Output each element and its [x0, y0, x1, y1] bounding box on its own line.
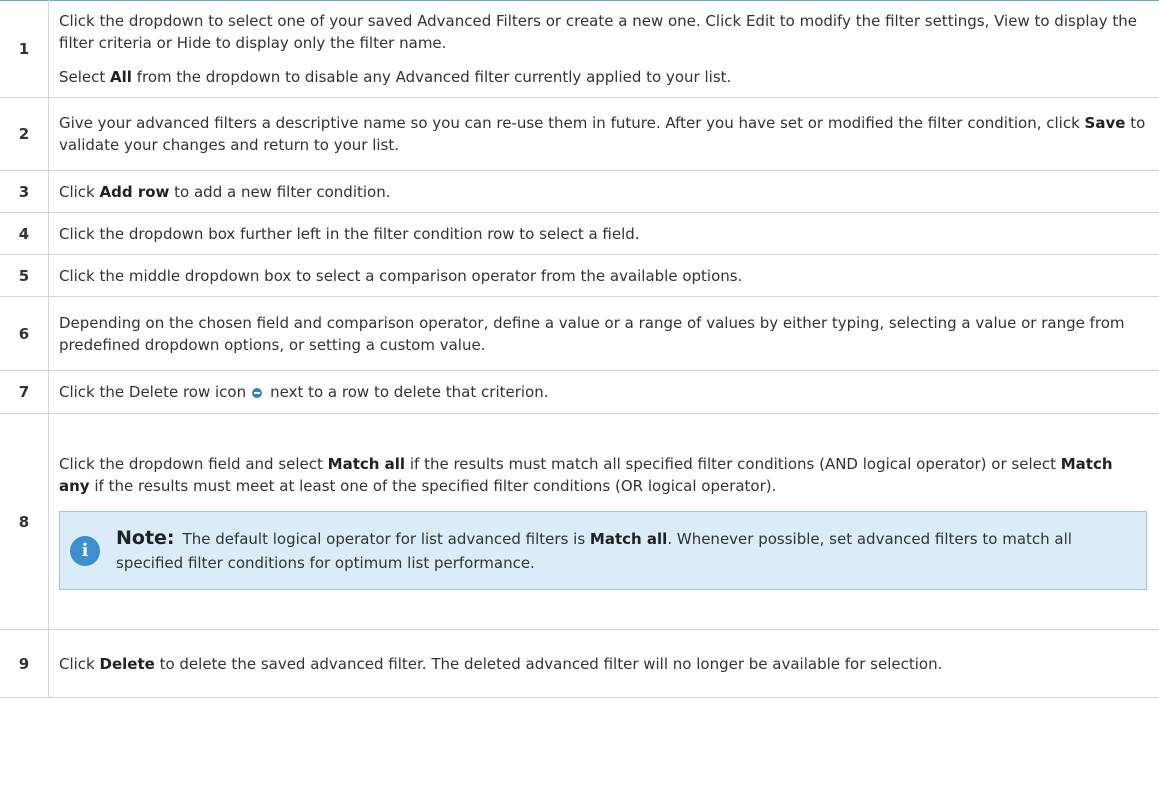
- text-span: Click the dropdown field and select: [59, 455, 328, 473]
- bold-term: Match all: [327, 455, 406, 473]
- bold-term: Save: [1084, 114, 1126, 132]
- text-span: to delete the saved advanced filter. The…: [154, 654, 943, 673]
- bold-term: Delete: [99, 654, 155, 673]
- step-number: 2: [0, 97, 49, 171]
- step-paragraph: Click the dropdown field and select Matc…: [59, 453, 1147, 497]
- table-row: 1 Click the dropdown to select one of yo…: [0, 0, 1159, 98]
- step-number: 5: [0, 254, 49, 297]
- step-paragraph: Select All from the dropdown to disable …: [59, 66, 1147, 88]
- text-span: from the dropdown to disable any Advance…: [131, 68, 732, 86]
- table-row: 4 Click the dropdown box further left in…: [0, 212, 1159, 255]
- text-span: Select: [59, 68, 111, 86]
- step-number: 9: [0, 629, 49, 698]
- step-text: Click the dropdown to select one of your…: [48, 0, 1159, 98]
- text-span: Click: [59, 182, 100, 201]
- step-text: Click Delete to delete the saved advance…: [48, 629, 1159, 698]
- step-number: 1: [0, 0, 49, 98]
- step-number: 8: [0, 413, 49, 630]
- step-number: 3: [0, 170, 49, 213]
- step-text: Click the middle dropdown box to select …: [48, 254, 1159, 297]
- step-text: Click the dropdown box further left in t…: [48, 212, 1159, 255]
- step-text: Click the dropdown field and select Matc…: [48, 413, 1159, 630]
- step-number: 6: [0, 296, 49, 371]
- step-text: Click the Delete row icon next to a row t…: [48, 370, 1159, 414]
- steps-table: 1 Click the dropdown to select one of yo…: [0, 0, 1159, 698]
- text-span: if the results must match all specified …: [405, 455, 1061, 473]
- step-number: 4: [0, 212, 49, 255]
- note-body: Note: The default logical operator for li…: [116, 526, 1130, 575]
- table-row: 6 Depending on the chosen field and comp…: [0, 296, 1159, 371]
- step-paragraph: Click the dropdown to select one of your…: [59, 12, 1137, 52]
- table-row: 2 Give your advanced filters a descripti…: [0, 97, 1159, 171]
- table-row: 3 Click Add row to add a new filter cond…: [0, 170, 1159, 213]
- text-span: The default logical operator for list ad…: [182, 530, 590, 548]
- note-box: i Note: The default logical operator for …: [59, 511, 1147, 590]
- step-text: Click Add row to add a new filter condit…: [48, 170, 1159, 213]
- text-span: Give your advanced filters a descriptive…: [59, 114, 1085, 132]
- step-text: Give your advanced filters a descriptive…: [48, 97, 1159, 171]
- step-number: 7: [0, 370, 49, 414]
- text-span: Click the Delete row icon: [59, 383, 247, 401]
- bold-term: All: [110, 68, 132, 86]
- table-row: 8 Click the dropdown field and select Ma…: [0, 413, 1159, 630]
- note-title: Note:: [116, 527, 175, 549]
- text-span: next to a row to delete that criterion.: [270, 383, 549, 401]
- bold-term: Add row: [99, 182, 170, 201]
- bold-term: Match all: [589, 530, 668, 548]
- table-row: 7 Click the Delete row icon next to a row…: [0, 370, 1159, 414]
- info-icon: i: [70, 535, 100, 566]
- delete-row-icon: [252, 388, 263, 398]
- table-row: 9 Click Delete to delete the saved advan…: [0, 629, 1159, 698]
- text-span: Depending on the chosen field and compar…: [59, 313, 1125, 354]
- text-span: if the results must meet at least one of…: [89, 477, 777, 495]
- text-span: Click the dropdown box further left in t…: [59, 224, 640, 243]
- text-span: Click the middle dropdown box to select …: [59, 266, 743, 285]
- text-span: to add a new filter condition.: [169, 182, 391, 201]
- table-row: 5 Click the middle dropdown box to selec…: [0, 254, 1159, 297]
- text-span: Click: [59, 654, 100, 673]
- step-text: Depending on the chosen field and compar…: [48, 296, 1159, 371]
